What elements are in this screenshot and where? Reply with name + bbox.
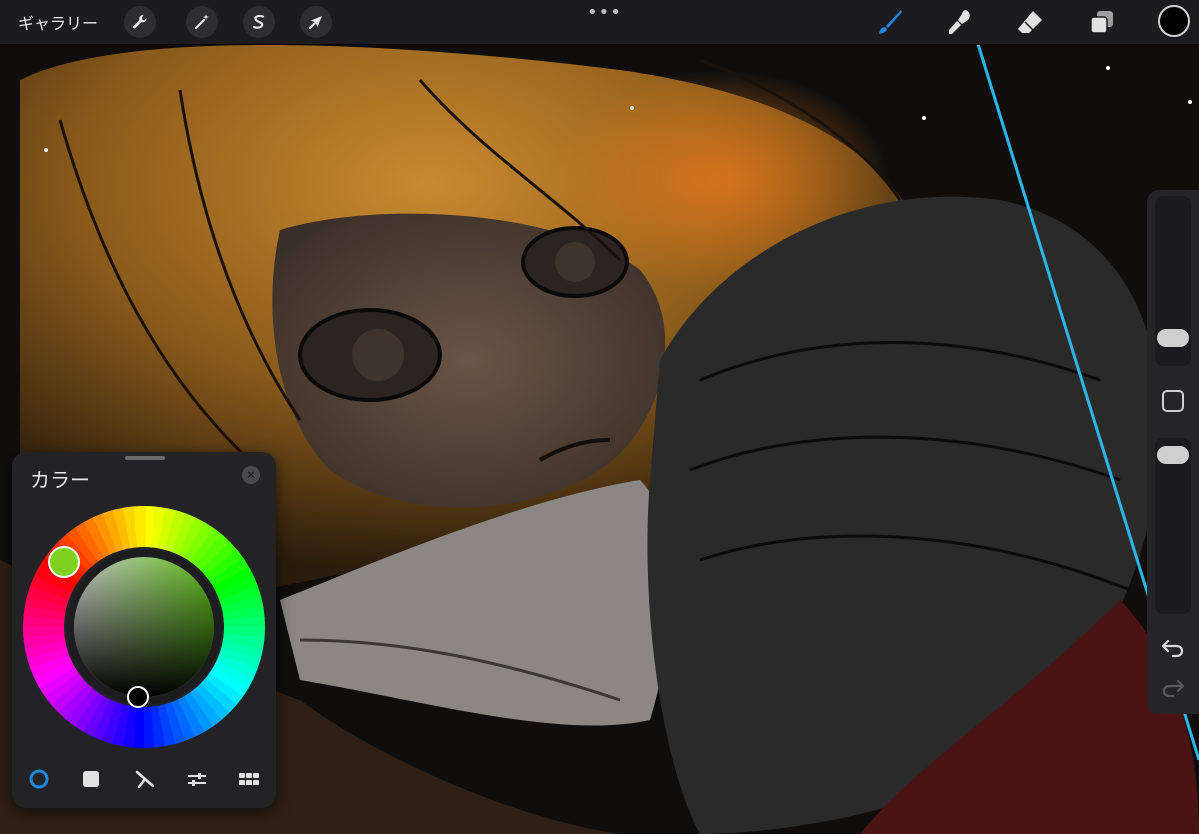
disc-icon — [29, 769, 49, 789]
panel-grabber[interactable] — [125, 456, 165, 460]
smudge-tool-button[interactable] — [942, 4, 978, 40]
right-iris-shape — [555, 242, 595, 282]
sliders-icon — [188, 773, 206, 786]
close-panel-button[interactable]: ✕ — [242, 466, 260, 484]
hue-selector-knob[interactable] — [48, 546, 80, 578]
harmony-icon — [135, 770, 155, 789]
brush-size-slider-thumb[interactable] — [1157, 328, 1189, 347]
classic-square-icon — [83, 771, 99, 787]
brush-tool-button[interactable] — [872, 4, 908, 40]
side-bar — [1147, 190, 1199, 714]
palette-grid-icon — [239, 773, 259, 785]
magic-wand-icon — [194, 14, 209, 30]
undo-icon — [1161, 639, 1184, 658]
brightness-selector-knob[interactable] — [127, 686, 149, 708]
color-disc[interactable] — [21, 504, 267, 750]
gallery-button[interactable]: ギャラリー — [18, 10, 98, 34]
tab-classic[interactable] — [76, 764, 106, 794]
tab-value[interactable] — [182, 764, 212, 794]
adjustments-button[interactable] — [186, 6, 218, 38]
sparkle — [922, 116, 926, 120]
brush-icon — [879, 10, 902, 34]
eraser-tool-button[interactable] — [1012, 4, 1048, 40]
selection-button[interactable] — [243, 6, 275, 38]
current-color-swatch[interactable] — [1158, 5, 1190, 37]
color-panel: カラー ✕ — [12, 452, 276, 808]
left-iris-shape — [352, 329, 404, 381]
tab-disc[interactable] — [24, 764, 54, 794]
layers-icon — [1090, 11, 1113, 34]
redo-icon — [1162, 679, 1185, 698]
tab-harmony[interactable] — [130, 764, 160, 794]
more-options-button[interactable]: ••• — [587, 2, 621, 23]
redo-button[interactable] — [1161, 676, 1185, 698]
smudge-icon — [949, 10, 970, 34]
arrow-cursor-icon — [308, 16, 322, 30]
modify-button[interactable] — [1162, 390, 1184, 412]
saturation-brightness-disc[interactable] — [74, 557, 214, 697]
brush-size-slider[interactable] — [1155, 196, 1191, 366]
layers-button[interactable] — [1084, 4, 1120, 40]
undo-button[interactable] — [1161, 636, 1185, 658]
sparkle — [630, 106, 634, 110]
transform-button[interactable] — [300, 6, 332, 38]
opacity-slider-thumb[interactable] — [1157, 445, 1189, 464]
actions-button[interactable] — [124, 6, 156, 38]
sparkle — [1188, 100, 1192, 104]
sparkle — [44, 148, 48, 152]
sparkle — [1106, 66, 1110, 70]
wrench-icon — [133, 14, 147, 29]
selection-s-icon — [252, 14, 265, 29]
close-icon: ✕ — [245, 468, 257, 482]
color-mode-tabs — [12, 764, 276, 798]
eraser-icon — [1018, 11, 1042, 33]
panel-title: カラー — [30, 468, 90, 492]
top-toolbar: ギャラリー ••• — [0, 0, 1199, 45]
tab-palettes[interactable] — [234, 764, 264, 794]
opacity-slider[interactable] — [1155, 438, 1191, 614]
